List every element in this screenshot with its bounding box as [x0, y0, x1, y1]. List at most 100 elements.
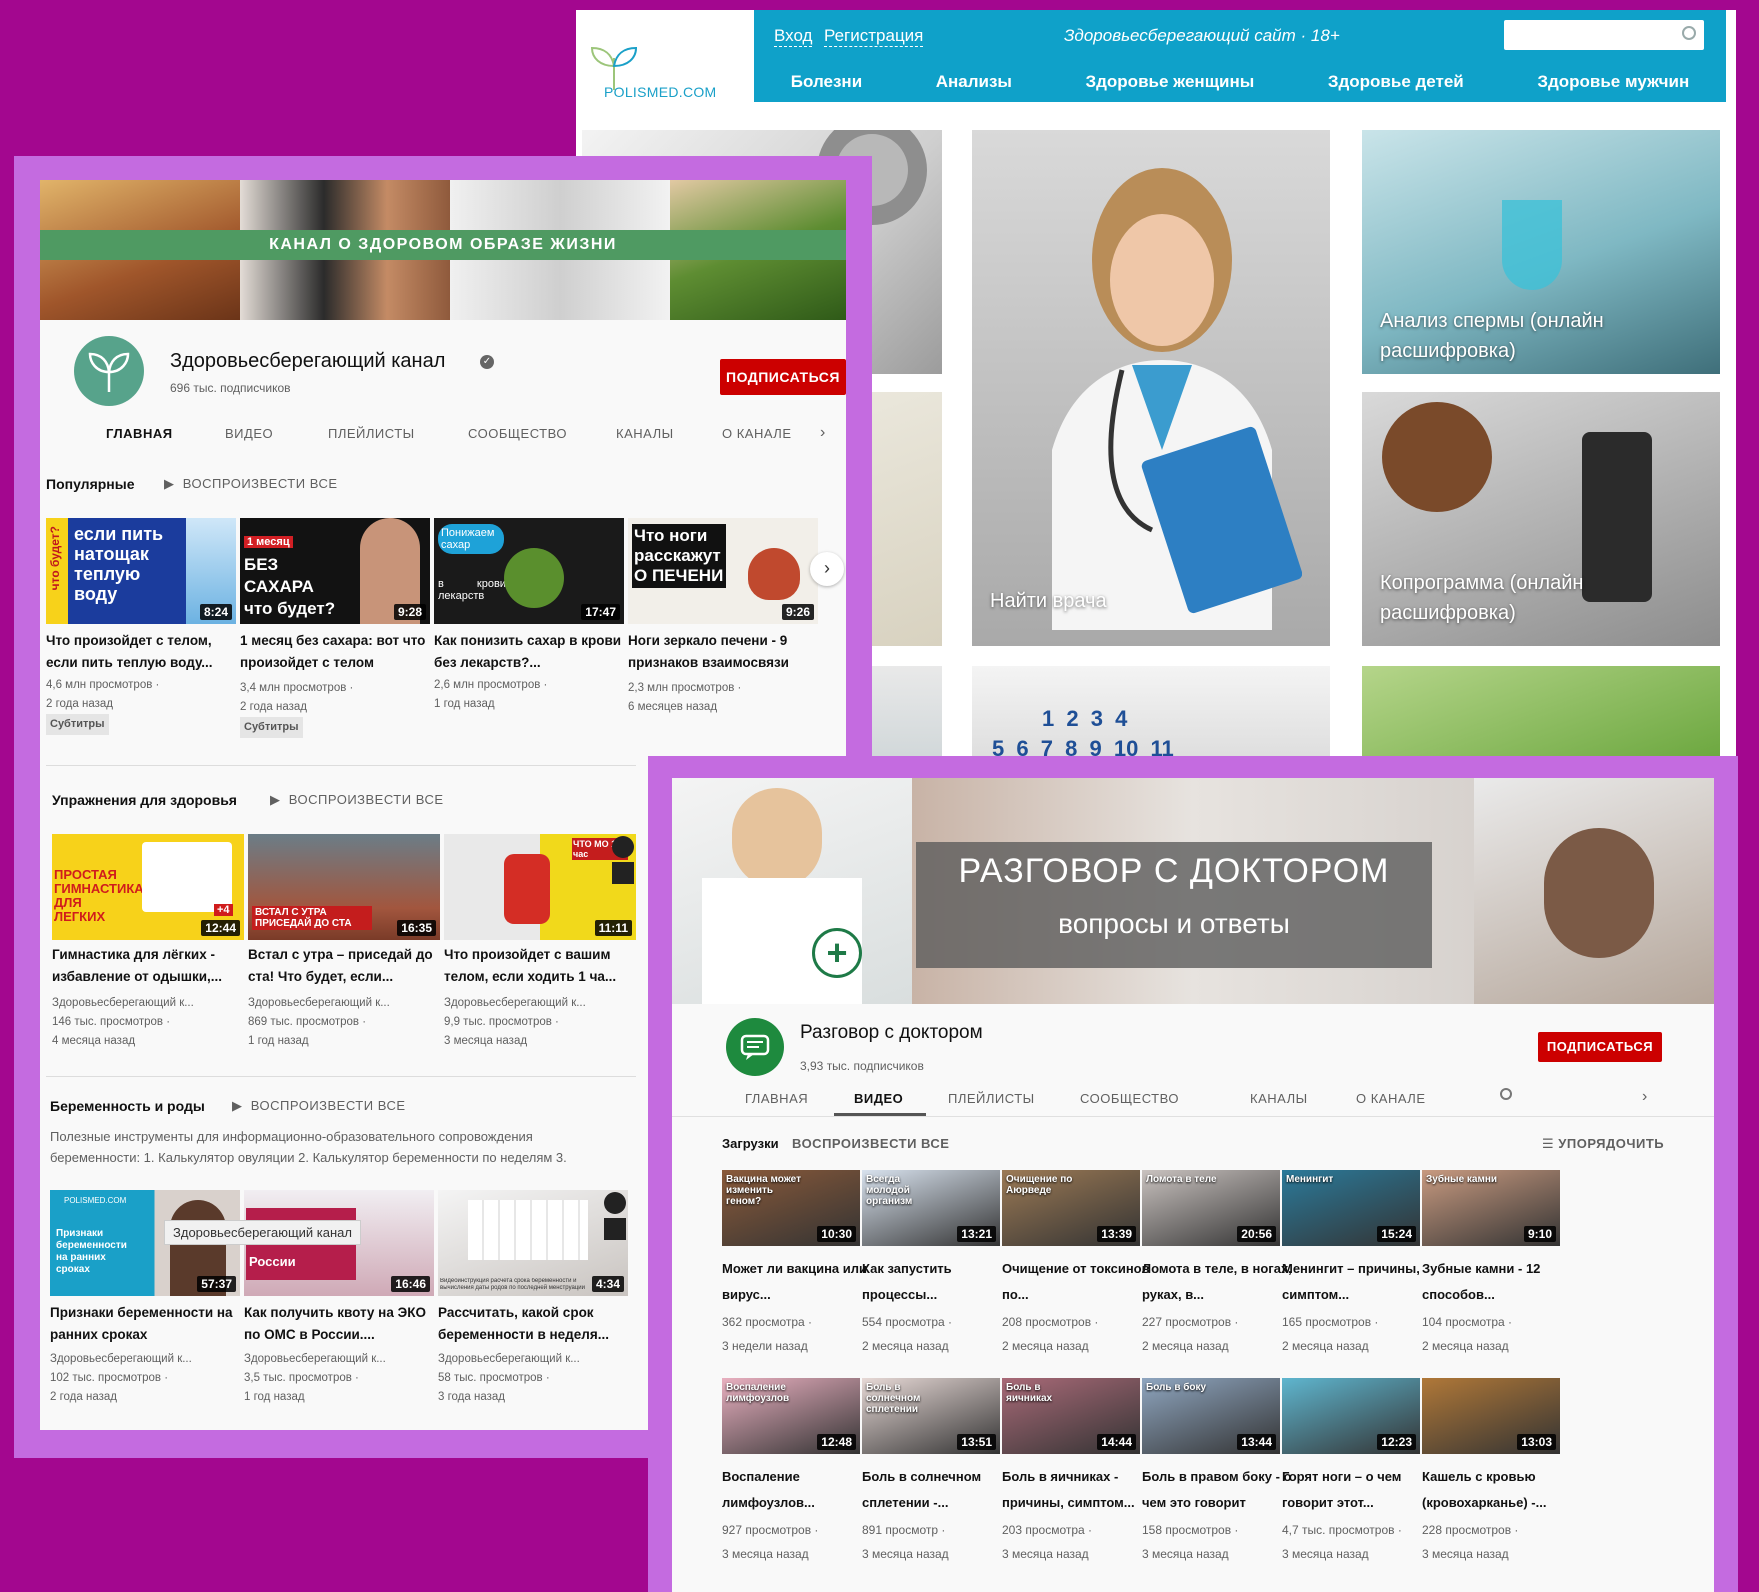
video-title[interactable]: Гимнастика для лёгких - избавление от од… — [52, 944, 242, 988]
video-meta: 4,6 млн просмотров · 2 года назад Субтитры — [46, 676, 159, 735]
menu-item-children-health[interactable]: Здоровье детей — [1328, 72, 1464, 92]
video-title[interactable]: Боль в солнечном сплетении -... — [862, 1464, 1012, 1516]
menu-item-analyses[interactable]: Анализы — [936, 72, 1012, 92]
video-title[interactable]: Что произойдет с телом, если пить теплую… — [46, 630, 236, 674]
video-thumbnail[interactable]: ВСТАЛ С УТРА ПРИСЕДАЙ ДО СТА 16:35 — [248, 834, 440, 940]
video-title[interactable]: 1 месяц без сахара: вот что произойдет с… — [240, 630, 430, 674]
tile-sperm-analysis[interactable]: Анализ спермы (онлайн расшифровка) — [1362, 130, 1720, 374]
tab-home[interactable]: ГЛАВНАЯ — [745, 1091, 808, 1106]
video-thumbnail[interactable]: Очищение по Аюрведе 13:39 — [1002, 1170, 1140, 1246]
video-thumbnail[interactable]: Ломота в теле 20:56 — [1142, 1170, 1280, 1246]
video-title[interactable]: Зубные камни - 12 способов... — [1422, 1256, 1572, 1308]
chevron-right-icon[interactable]: › — [820, 424, 826, 442]
tab-about[interactable]: О КАНАЛЕ — [1356, 1091, 1426, 1106]
menu-item-women-health[interactable]: Здоровье женщины — [1085, 72, 1254, 92]
video-thumbnail[interactable]: Менингит 15:24 — [1282, 1170, 1420, 1246]
video-thumbnail[interactable]: 12:23 — [1282, 1378, 1420, 1454]
channel1-name[interactable]: Здоровьесберегающий канал — [170, 350, 445, 373]
menu-item-men-health[interactable]: Здоровье мужчин — [1537, 72, 1689, 92]
video-thumbnail[interactable]: Что ноги расскажут О ПЕЧЕНИ 9:26 — [628, 518, 818, 624]
video-thumbnail[interactable]: Зубные камни 9:10 — [1422, 1170, 1560, 1246]
banner-title: РАЗГОВОР С ДОКТОРОМ — [958, 852, 1390, 890]
site-header: Вход Регистрация Здоровьесберегающий сай… — [754, 10, 1726, 102]
register-link[interactable]: Регистрация — [824, 26, 924, 47]
video-meta: Здоровьесберегающий к... 58 тыс. просмотр… — [438, 1353, 580, 1403]
channel2-avatar[interactable] — [726, 1018, 784, 1076]
search-icon[interactable] — [1500, 1088, 1512, 1100]
video-thumbnail[interactable]: Боль в боку 13:44 — [1142, 1378, 1280, 1454]
video-thumbnail[interactable]: Вакцина может изменить геном? 10:30 — [722, 1170, 860, 1246]
tile-find-doctor[interactable]: Найти врача — [972, 130, 1330, 646]
tab-videos[interactable]: ВИДЕО — [225, 426, 273, 441]
video-thumbnail[interactable]: Воспаление лимфоузлов 12:48 — [722, 1378, 860, 1454]
channel1-subscribe-button[interactable]: ПОДПИСАТЬСЯ — [720, 359, 846, 395]
watch-later-icon[interactable] — [604, 1192, 626, 1214]
thumbnail-text: Всегда молодой организм — [866, 1174, 913, 1207]
login-link[interactable]: Вход — [774, 26, 813, 47]
site-slogan: Здоровьесберегающий сайт · 18+ — [1064, 26, 1340, 45]
video-title[interactable]: Очищение от токсинов по... — [1002, 1256, 1152, 1308]
site-search-input[interactable] — [1504, 20, 1704, 50]
channel1-avatar[interactable] — [74, 336, 144, 406]
video-title[interactable]: Ломота в теле, в ногах, руках, в... — [1142, 1256, 1292, 1308]
add-to-queue-icon[interactable] — [612, 862, 634, 884]
sort-button[interactable]: ☰ УПОРЯДОЧИТЬ — [1542, 1136, 1664, 1152]
tab-community[interactable]: СООБЩЕСТВО — [468, 426, 567, 441]
tab-channels[interactable]: КАНАЛЫ — [616, 426, 674, 441]
video-title[interactable]: Как понизить сахар в крови без лекарств?… — [434, 630, 624, 674]
video-title[interactable]: Что произойдет с вашим телом, если ходит… — [444, 944, 634, 988]
tab-home[interactable]: ГЛАВНАЯ — [106, 426, 173, 441]
video-title[interactable]: Воспаление лимфоузлов... — [722, 1464, 872, 1516]
shelf-pregnancy-play-all[interactable]: ▶ ВОСПРОИЗВЕСТИ ВСЕ — [232, 1098, 406, 1114]
thumbnail-text: Боль в яичниках — [1006, 1382, 1053, 1404]
video-thumbnail[interactable]: Видеоинструкция расчета срока беременнос… — [438, 1190, 628, 1296]
tab-community[interactable]: СООБЩЕСТВО — [1080, 1091, 1179, 1106]
tab-videos[interactable]: ВИДЕО — [854, 1091, 903, 1106]
shelf-popular-play-all[interactable]: ▶ ВОСПРОИЗВЕСТИ ВСЕ — [164, 476, 338, 492]
video-title[interactable]: Может ли вакцина или вирус... — [722, 1256, 872, 1308]
video-thumbnail[interactable]: Понижаем сахар в крови без лекарств 17:4… — [434, 518, 624, 624]
video-thumbnail[interactable]: Боль в яичниках 14:44 — [1002, 1378, 1140, 1454]
video-title[interactable]: Кашель с кровью (кровохарканье) -... — [1422, 1464, 1572, 1516]
video-title[interactable]: Признаки беременности на ранних сроках — [50, 1302, 240, 1346]
video-title[interactable]: Боль в яичниках - причины, симптом... — [1002, 1464, 1152, 1516]
video-thumbnail[interactable]: 13:03 — [1422, 1378, 1560, 1454]
video-title[interactable]: Как получить квоту на ЭКО по ОМС в Росси… — [244, 1302, 434, 1346]
menu-item-diseases[interactable]: Болезни — [791, 72, 862, 92]
channel2-subscribe-button[interactable]: ПОДПИСАТЬСЯ — [1538, 1032, 1662, 1062]
shelf-exercise-play-all[interactable]: ▶ ВОСПРОИЗВЕСТИ ВСЕ — [270, 792, 444, 808]
video-title[interactable]: Ноги зеркало печени - 9 признаков взаимо… — [628, 630, 818, 674]
chevron-right-icon[interactable]: › — [1642, 1088, 1648, 1106]
video-title[interactable]: Менингит – причины, симптом... — [1282, 1256, 1432, 1308]
site-logo[interactable]: POLISMED.COM — [576, 10, 754, 102]
tab-channels[interactable]: КАНАЛЫ — [1250, 1091, 1308, 1106]
video-thumbnail[interactable]: ПРОСТАЯ ГИМНАСТИКА ДЛЯ ЛЕГКИХ +4 12:44 — [52, 834, 244, 940]
search-icon[interactable] — [1682, 26, 1696, 40]
uploads-play-all[interactable]: ВОСПРОИЗВЕСТИ ВСЕ — [792, 1136, 949, 1151]
video-duration: 20:56 — [1237, 1226, 1276, 1242]
sprout-icon — [88, 352, 130, 392]
tile-coprogram[interactable]: Копрограмма (онлайн расшифровка) — [1362, 392, 1720, 646]
video-thumbnail[interactable]: Всегда молодой организм 13:21 — [862, 1170, 1000, 1246]
tab-playlists[interactable]: ПЛЕЙЛИСТЫ — [948, 1091, 1035, 1106]
video-thumbnail[interactable]: ЧТО МО 1 час 11:11 — [444, 834, 636, 940]
video-thumbnail[interactable]: что будет? если пить натощак теплую воду… — [46, 518, 236, 624]
video-thumbnail[interactable]: 1 месяц БЕЗ САХАРА что будет? 9:28 — [240, 518, 430, 624]
find-doctor-caption: Найти врача — [990, 590, 1107, 612]
video-title[interactable]: Боль в правом боку - о чем это говорит — [1142, 1464, 1292, 1516]
add-to-queue-icon[interactable] — [604, 1218, 626, 1240]
tile-pregnancy[interactable] — [1362, 666, 1720, 762]
thumbnail-text: Боль в солнечном сплетении — [866, 1382, 921, 1415]
tile-calendar[interactable]: 1 2 3 4 5 6 7 8 9 10 11 — [972, 666, 1330, 762]
video-title[interactable]: Рассчитать, какой срок беременности в не… — [438, 1302, 628, 1346]
video-title[interactable]: Встал с утра – приседай до ста! Что буде… — [248, 944, 438, 988]
video-title[interactable]: Горят ноги – о чем говорит этот... — [1282, 1464, 1432, 1516]
carousel-next-button[interactable]: › — [810, 552, 844, 586]
video-duration: 16:35 — [397, 920, 436, 936]
tab-playlists[interactable]: ПЛЕЙЛИСТЫ — [328, 426, 415, 441]
video-thumbnail[interactable]: Боль в солнечном сплетении 13:51 — [862, 1378, 1000, 1454]
tab-about[interactable]: О КАНАЛЕ — [722, 426, 792, 441]
channel2-name[interactable]: Разговор с доктором — [800, 1022, 983, 1044]
watch-later-icon[interactable] — [612, 836, 634, 858]
video-title[interactable]: Как запустить процессы... — [862, 1256, 1012, 1308]
